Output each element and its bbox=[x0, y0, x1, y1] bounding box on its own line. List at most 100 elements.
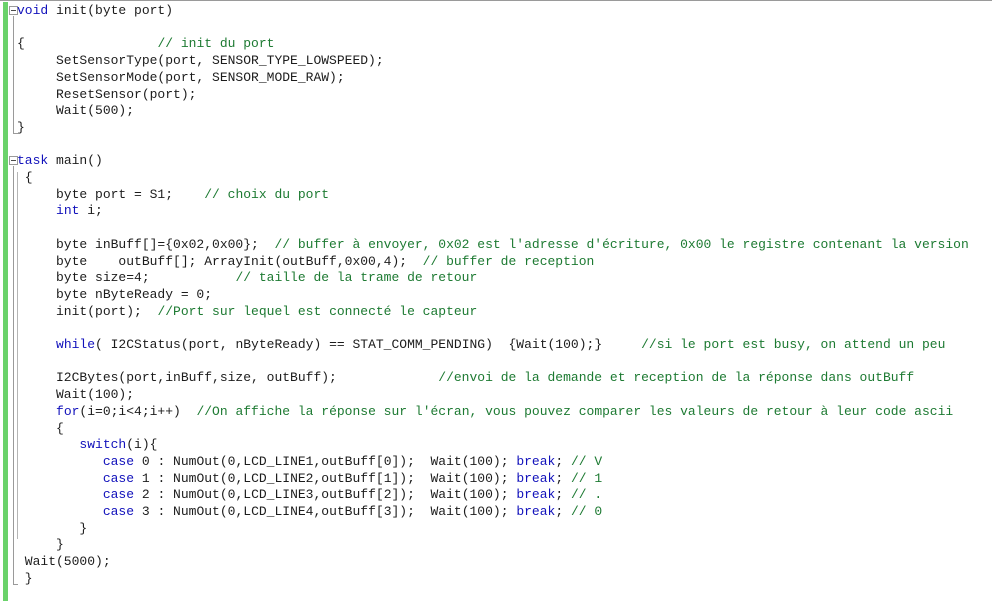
code-line: } bbox=[17, 571, 33, 588]
code-token: ; bbox=[555, 453, 571, 469]
code-token: 0 : NumOut(0,LCD_LINE1,outBuff[0]); Wait… bbox=[134, 453, 517, 469]
code-token: (i){ bbox=[126, 437, 158, 453]
code-token: main() bbox=[48, 153, 103, 169]
code-token: (i=0;i<4;i++) bbox=[79, 403, 197, 419]
code-line: I2CBytes(port,inBuff,size, outBuff); //e… bbox=[17, 370, 914, 387]
code-token: 1 : NumOut(0,LCD_LINE2,outBuff[1]); Wait… bbox=[134, 470, 517, 486]
code-token: SetSensorType(port, SENSOR_TYPE_LOWSPEED… bbox=[17, 53, 384, 69]
code-line: byte inBuff[]={0x02,0x00}; // buffer à e… bbox=[17, 237, 969, 254]
code-line: byte nByteReady = 0; bbox=[17, 287, 212, 304]
code-keyword: break bbox=[516, 487, 556, 503]
code-token: init(port); bbox=[17, 303, 158, 319]
code-editor[interactable]: void init(byte port) { // init du port S… bbox=[0, 0, 992, 608]
code-comment: // . bbox=[570, 487, 603, 503]
code-line: Wait(500); bbox=[17, 103, 134, 120]
code-keyword: break bbox=[516, 504, 556, 519]
code-token: } bbox=[17, 119, 25, 135]
code-token: { bbox=[17, 36, 158, 52]
code-keyword: break bbox=[516, 453, 556, 469]
code-line: { bbox=[17, 421, 64, 438]
code-line: byte outBuff[]; ArrayInit(outBuff,0x00,4… bbox=[17, 254, 594, 271]
code-line: for(i=0;i<4;i++) //On affiche la réponse… bbox=[17, 404, 953, 421]
code-text-area[interactable]: void init(byte port) { // init du port S… bbox=[0, 1, 992, 608]
code-keyword: int bbox=[56, 203, 80, 219]
code-line: task main() bbox=[17, 153, 103, 170]
code-line: case 0 : NumOut(0,LCD_LINE1,outBuff[0]);… bbox=[17, 454, 602, 471]
code-comment: // 1 bbox=[570, 470, 603, 486]
code-comment: // init du port bbox=[157, 36, 275, 52]
code-line: case 1 : NumOut(0,LCD_LINE2,outBuff[1]);… bbox=[17, 471, 602, 488]
code-comment: //On affiche la réponse sur l'écran, vou… bbox=[196, 403, 954, 419]
code-comment: // taille de la trame de retour bbox=[235, 270, 478, 286]
code-line: SetSensorMode(port, SENSOR_MODE_RAW); bbox=[17, 70, 345, 87]
code-token: ; bbox=[555, 487, 571, 503]
code-keyword: task bbox=[17, 153, 49, 169]
code-line: case 2 : NumOut(0,LCD_LINE3,outBuff[2]);… bbox=[17, 487, 602, 504]
code-token: byte port = S1; bbox=[17, 186, 205, 202]
code-token: I2CBytes(port,inBuff,size, outBuff); bbox=[17, 370, 439, 386]
code-line: SetSensorType(port, SENSOR_TYPE_LOWSPEED… bbox=[17, 53, 384, 70]
code-token: SetSensorMode(port, SENSOR_MODE_RAW); bbox=[17, 69, 345, 85]
code-token: byte nByteReady = 0; bbox=[17, 286, 213, 302]
code-token: Wait(100); bbox=[17, 387, 135, 403]
code-line: byte size=4; // taille de la trame de re… bbox=[17, 270, 477, 287]
code-line: case 3 : NumOut(0,LCD_LINE4,outBuff[3]);… bbox=[17, 504, 602, 521]
code-line: void init(byte port) bbox=[17, 3, 173, 20]
code-comment: //envoi de la demande et reception de la… bbox=[438, 370, 915, 386]
code-token: } bbox=[17, 537, 64, 553]
code-token: { bbox=[17, 170, 33, 185]
code-token: byte outBuff[]; ArrayInit(outBuff,0x00,4… bbox=[17, 253, 423, 269]
code-token: { bbox=[17, 420, 64, 436]
code-comment: // 0 bbox=[570, 504, 603, 519]
code-line: byte port = S1; // choix du port bbox=[17, 187, 329, 204]
code-keyword: while bbox=[56, 337, 96, 352]
code-token: byte inBuff[]={0x02,0x00}; bbox=[17, 236, 275, 252]
code-keyword: switch bbox=[79, 437, 127, 453]
code-line: int i; bbox=[17, 203, 103, 220]
code-line: Wait(5000); bbox=[17, 554, 111, 571]
code-token: Wait(5000); bbox=[17, 554, 111, 570]
code-token: byte size=4; bbox=[17, 270, 236, 286]
code-line: { // init du port bbox=[17, 36, 274, 53]
code-token: ; bbox=[555, 470, 571, 486]
code-line: Wait(100); bbox=[17, 387, 134, 404]
code-line: while( I2CStatus(port, nByteReady) == ST… bbox=[17, 337, 945, 354]
code-keyword: case bbox=[102, 453, 135, 469]
code-token: i; bbox=[79, 203, 103, 219]
code-token: ; bbox=[555, 504, 571, 519]
code-line: } bbox=[17, 537, 64, 554]
code-line: init(port); //Port sur lequel est connec… bbox=[17, 304, 477, 321]
code-token: } bbox=[17, 570, 33, 586]
code-token: } bbox=[17, 520, 88, 536]
code-comment: //si le port est busy, on attend un peu bbox=[641, 337, 946, 352]
code-comment: // choix du port bbox=[204, 186, 330, 202]
code-token: 3 : NumOut(0,LCD_LINE4,outBuff[3]); Wait… bbox=[134, 504, 517, 519]
code-keyword: case bbox=[102, 504, 135, 519]
code-keyword: break bbox=[516, 470, 556, 486]
code-token: 2 : NumOut(0,LCD_LINE3,outBuff[2]); Wait… bbox=[134, 487, 517, 503]
code-keyword: case bbox=[102, 470, 135, 486]
code-token: ( I2CStatus(port, nByteReady) == STAT_CO… bbox=[95, 337, 642, 352]
code-comment: // buffer à envoyer, 0x02 est l'adresse … bbox=[274, 236, 969, 252]
code-token: init(byte port) bbox=[48, 3, 174, 18]
code-comment: // buffer de reception bbox=[422, 253, 595, 269]
code-comment: //Port sur lequel est connecté le capteu… bbox=[157, 303, 478, 319]
code-token: Wait(500); bbox=[17, 103, 135, 119]
code-keyword: void bbox=[17, 3, 49, 18]
code-keyword: case bbox=[102, 487, 135, 503]
code-comment: // V bbox=[570, 453, 603, 469]
code-line: } bbox=[17, 521, 87, 538]
code-line: { bbox=[17, 170, 33, 187]
